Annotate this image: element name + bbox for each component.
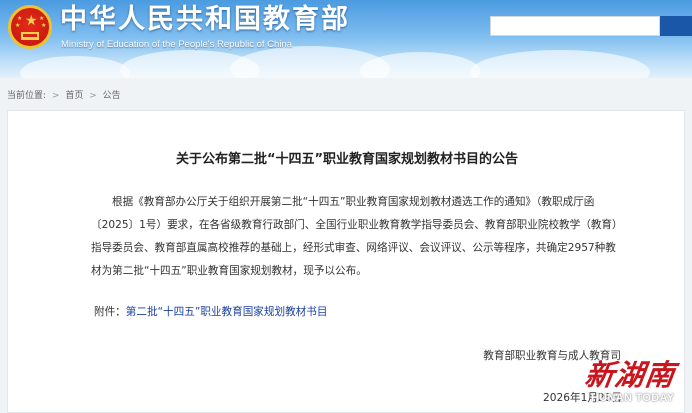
article-container: 关于公布第二批“十四五”职业教育国家规划教材书目的公告 根据《教育部办公厅关于组… <box>7 110 685 413</box>
attachment-row: 附件：第二批“十四五”职业教育国家规划教材书目 <box>94 304 327 320</box>
breadcrumb-separator: > <box>51 91 60 101</box>
attachment-label: 附件： <box>94 306 126 318</box>
breadcrumb-notice-link[interactable]: 公告 <box>103 91 121 101</box>
site-subtitle: Ministry of Education of the People's Re… <box>61 39 292 50</box>
article-title: 关于公布第二批“十四五”职业教育国家规划教材书目的公告 <box>175 152 519 167</box>
site-title[interactable]: 中华人民共和国教育部 <box>60 4 350 36</box>
breadcrumb-home-link[interactable]: 首页 <box>65 91 83 101</box>
search-input[interactable] <box>490 16 660 36</box>
watermark-subtext: HUNAN TODAY <box>591 392 675 404</box>
banner-cloud <box>470 50 650 78</box>
banner-cloud <box>20 56 130 78</box>
watermark-logo: 新湖南 <box>582 358 678 392</box>
article-body: 根据《教育部办公厅关于组织开展第二批“十四五”职业教育国家规划教材遴选工作的通知… <box>91 196 618 277</box>
breadcrumb-separator: > <box>89 91 97 101</box>
attachment-link[interactable]: 第二批“十四五”职业教育国家规划教材书目 <box>126 306 328 318</box>
breadcrumb: 当前位置: > 首页 > 公告 <box>7 89 121 103</box>
search-button[interactable] <box>660 16 692 36</box>
breadcrumb-label: 当前位置: <box>7 91 47 101</box>
national-emblem-icon[interactable]: ★ ★ ★ ★ ★ <box>8 5 52 49</box>
site-header-banner: ★ ★ ★ ★ ★ 中华人民共和国教育部 Ministry of Educati… <box>0 0 692 78</box>
